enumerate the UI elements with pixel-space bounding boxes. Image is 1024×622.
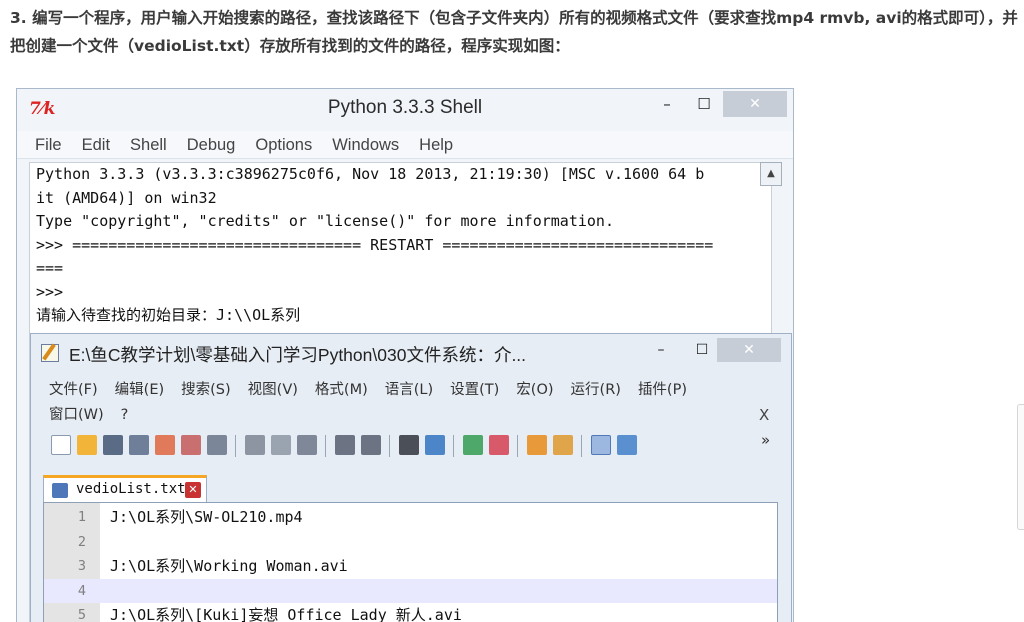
shell-menubar: File Edit Shell Debug Options Windows Help <box>17 131 793 159</box>
undo-icon[interactable] <box>335 435 355 455</box>
npp-minimize-button[interactable]: – <box>651 338 671 362</box>
tab-vediolist[interactable]: vedioList.txt ✕ <box>43 475 207 503</box>
menu-file[interactable]: File <box>35 131 62 159</box>
line-text: J:\OL系列\[Kuki]妄想 Office Lady 新人.avi <box>110 606 462 622</box>
redo-icon[interactable] <box>361 435 381 455</box>
line-number: 3 <box>77 558 86 574</box>
paste-icon[interactable] <box>297 435 317 455</box>
toolbar-divider <box>517 435 518 457</box>
open-file-icon[interactable] <box>77 435 97 455</box>
shell-prompt: >>> <box>36 282 73 301</box>
npp-menu-help[interactable]: ? <box>121 403 129 428</box>
npp-menu-view[interactable]: 视图(V) <box>248 378 298 403</box>
notepad-logo-icon <box>41 344 59 362</box>
menu-help[interactable]: Help <box>419 131 453 159</box>
shell-input-line: 请输入待查找的初始目录：J:\\OL系列 <box>36 306 301 324</box>
menu-options[interactable]: Options <box>255 131 312 159</box>
sync-horizontal-icon[interactable] <box>553 435 573 455</box>
shell-line-restart: >>> ================================ RES… <box>36 235 714 254</box>
shell-line-restart-tail: === <box>36 259 64 277</box>
tab-label: vedioList.txt <box>76 481 186 497</box>
new-file-icon[interactable] <box>51 435 71 455</box>
text-editor[interactable]: 1 J:\OL系列\SW-OL210.mp4 2 3 J:\OL系列\Worki… <box>43 502 778 622</box>
toolbar-overflow-icon[interactable]: » <box>761 431 770 449</box>
menu-shell[interactable]: Shell <box>130 131 167 159</box>
editor-line: 5 J:\OL系列\[Kuki]妄想 Office Lady 新人.avi <box>44 603 777 622</box>
toolbar-divider <box>235 435 236 457</box>
shell-line: it (AMD64)] on win32 <box>36 188 217 207</box>
close-all-icon[interactable] <box>181 435 201 455</box>
npp-menu-file[interactable]: 文件(F) <box>49 378 98 403</box>
npp-close-button[interactable]: ✕ <box>717 338 781 362</box>
close-file-icon[interactable] <box>155 435 175 455</box>
zoom-in-icon[interactable] <box>463 435 483 455</box>
editor-line: 2 <box>44 530 777 555</box>
scroll-up-arrow-icon[interactable]: ▲ <box>760 162 782 186</box>
show-symbols-icon[interactable] <box>617 435 637 455</box>
editor-line: 1 J:\OL系列\SW-OL210.mp4 <box>44 505 777 530</box>
zoom-out-icon[interactable] <box>489 435 509 455</box>
question-text: 3. 编写一个程序，用户输入开始搜索的路径，查找该路径下（包含子文件夹内）所有的… <box>10 9 1018 55</box>
print-icon[interactable] <box>207 435 227 455</box>
npp-menu-search[interactable]: 搜索(S) <box>181 378 231 403</box>
tab-save-icon <box>52 483 68 498</box>
npp-menu-macro[interactable]: 宏(O) <box>516 378 553 403</box>
maximize-button[interactable]: ☐ <box>693 91 715 117</box>
minimize-button[interactable]: – <box>657 91 677 117</box>
npp-toolbar: » <box>39 431 784 461</box>
sync-vertical-icon[interactable] <box>527 435 547 455</box>
npp-menu-run[interactable]: 运行(R) <box>571 378 621 403</box>
npp-menubar: 文件(F) 编辑(E) 搜索(S) 视图(V) 格式(M) 语言(L) 设置(T) 宏(O) 运… <box>31 378 791 428</box>
shell-titlebar[interactable]: 7⁄k Python 3.3.3 Shell – ☐ ✕ <box>17 89 793 129</box>
notepad-window: E:\鱼C教学计划\零基础入门学习Python\030文件系统：介... – ☐… <box>30 333 792 622</box>
editor-line-current: 4 <box>44 578 777 603</box>
npp-menu-format[interactable]: 格式(M) <box>315 378 368 403</box>
toolbar-divider <box>581 435 582 457</box>
save-icon[interactable] <box>103 435 123 455</box>
line-text: J:\OL系列\SW-OL210.mp4 <box>110 508 303 526</box>
close-button[interactable]: ✕ <box>723 91 787 117</box>
toolbar-divider <box>325 435 326 457</box>
npp-menu-language[interactable]: 语言(L) <box>385 378 433 403</box>
toolbar-divider <box>453 435 454 457</box>
toolbar-divider <box>389 435 390 457</box>
editor-line: 3 J:\OL系列\Working Woman.avi <box>44 554 777 579</box>
copy-icon[interactable] <box>271 435 291 455</box>
menu-edit[interactable]: Edit <box>82 131 110 159</box>
npp-menu-window[interactable]: 窗口(W) <box>49 403 104 428</box>
replace-icon[interactable] <box>425 435 445 455</box>
shell-line: Python 3.3.3 (v3.3.3:c3896275c0f6, Nov 1… <box>36 165 705 183</box>
menu-debug[interactable]: Debug <box>187 131 236 159</box>
npp-maximize-button[interactable]: ☐ <box>691 338 713 362</box>
save-all-icon[interactable] <box>129 435 149 455</box>
cut-icon[interactable] <box>245 435 265 455</box>
find-icon[interactable] <box>399 435 419 455</box>
menu-windows[interactable]: Windows <box>332 131 399 159</box>
word-wrap-icon[interactable] <box>591 435 611 455</box>
npp-menu-plugins[interactable]: 插件(P) <box>638 378 687 403</box>
line-number: 2 <box>77 533 86 550</box>
line-text: J:\OL系列\Working Woman.avi <box>110 557 348 575</box>
tab-close-icon[interactable]: ✕ <box>185 482 201 498</box>
npp-menu-settings[interactable]: 设置(T) <box>450 378 499 403</box>
line-number: 4 <box>77 582 86 599</box>
shell-line: Type "copyright", "credits" or "license(… <box>36 212 614 230</box>
npp-menu-close-icon[interactable]: X <box>759 406 769 424</box>
npp-menu-edit[interactable]: 编辑(E) <box>115 378 164 403</box>
line-number: 1 <box>77 509 86 525</box>
notepad-title: E:\鱼C教学计划\零基础入门学习Python\030文件系统：介... <box>69 345 527 365</box>
line-number: 5 <box>77 607 86 622</box>
page-side-scrollbar[interactable] <box>1017 404 1024 530</box>
